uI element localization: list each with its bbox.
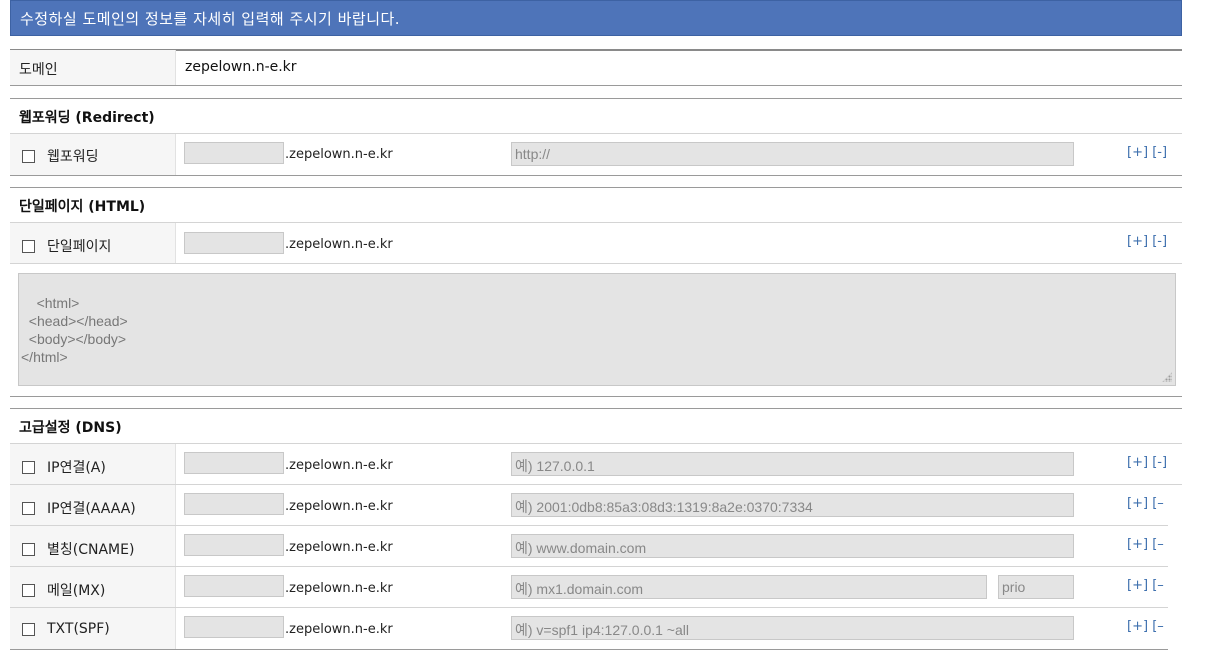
dns-aaaa-label: IP연결(AAAA): [47, 501, 136, 517]
single-page-checkbox[interactable]: [22, 239, 35, 253]
domain-label: 도메인: [19, 62, 58, 78]
add-row-button[interactable]: [+]: [1127, 619, 1148, 634]
section-title-redirect: 웹포워딩 (Redirect): [19, 110, 155, 126]
single-page-domain-suffix: .zepelown.n-e.kr: [285, 237, 393, 252]
redirect-label: 웹포워딩: [47, 149, 99, 165]
dns-mx-subdomain-input[interactable]: [184, 575, 284, 597]
dns-mx-priority-placeholder: prio: [1002, 579, 1026, 595]
dns-a-add-remove: [+] [-]: [1127, 455, 1167, 470]
section-title-single-page: 단일페이지 (HTML): [19, 199, 146, 215]
remove-row-button[interactable]: [–: [1152, 537, 1164, 552]
dns-cname-domain-suffix: .zepelown.n-e.kr: [285, 540, 393, 555]
row-divider: [10, 607, 1168, 608]
dns-cname-checkbox[interactable]: [22, 542, 35, 556]
dns-aaaa-value-input[interactable]: 예) 2001:0db8:85a3:08d3:1319:8a2e:0370:73…: [511, 493, 1074, 517]
single-page-subdomain-input[interactable]: [184, 232, 284, 254]
dns-txt-label: TXT(SPF): [47, 621, 110, 637]
divider: [10, 85, 1182, 86]
dns-mx-priority-input[interactable]: prio: [998, 575, 1074, 599]
redirect-subdomain-input[interactable]: [184, 142, 284, 164]
dns-mx-value-input[interactable]: 예) mx1.domain.com: [511, 575, 987, 599]
single-page-label: 단일페이지: [47, 239, 112, 255]
domain-edit-page: 수정하실 도메인의 정보를 자세히 입력해 주시기 바랍니다. 도메인 zepe…: [0, 0, 1217, 662]
redirect-checkbox-row: 웹포워딩: [22, 146, 99, 166]
dns-mx-domain-suffix: .zepelown.n-e.kr: [285, 581, 393, 596]
dns-txt-domain-suffix: .zepelown.n-e.kr: [285, 622, 393, 637]
dns-a-checkbox-row: IP연결(A): [22, 457, 106, 477]
add-row-button[interactable]: [+]: [1127, 145, 1148, 160]
dns-aaaa-placeholder: 예) 2001:0db8:85a3:08d3:1319:8a2e:0370:73…: [515, 499, 813, 515]
dns-aaaa-domain-suffix: .zepelown.n-e.kr: [285, 499, 393, 514]
dns-a-subdomain-input[interactable]: [184, 452, 284, 474]
row-divider: [10, 566, 1168, 567]
dns-aaaa-subdomain-input[interactable]: [184, 493, 284, 515]
dns-a-label: IP연결(A): [47, 460, 106, 476]
dns-txt-placeholder: 예) v=spf1 ip4:127.0.0.1 ~all: [515, 622, 689, 638]
divider: [10, 649, 1168, 650]
dns-aaaa-add-remove: [+] [–: [1127, 496, 1169, 511]
domain-value: zepelown.n-e.kr: [185, 59, 297, 75]
remove-row-button[interactable]: [-]: [1152, 234, 1167, 249]
row-divider: [10, 263, 1182, 264]
divider: [10, 98, 1182, 99]
add-row-button[interactable]: [+]: [1127, 234, 1148, 249]
add-row-button[interactable]: [+]: [1127, 455, 1148, 470]
dns-a-domain-suffix: .zepelown.n-e.kr: [285, 458, 393, 473]
row-divider: [10, 133, 1182, 134]
single-page-add-remove: [+] [-]: [1127, 234, 1167, 249]
resize-grip-icon[interactable]: [1162, 372, 1172, 382]
dns-mx-add-remove: [+] [–: [1127, 578, 1169, 593]
dns-cname-add-remove: [+] [–: [1127, 537, 1169, 552]
row-divider: [10, 443, 1182, 444]
dns-a-value-input[interactable]: 예) 127.0.0.1: [511, 452, 1074, 476]
remove-row-button[interactable]: [–: [1152, 496, 1164, 511]
dns-mx-checkbox[interactable]: [22, 583, 35, 597]
dns-cname-subdomain-input[interactable]: [184, 534, 284, 556]
dns-txt-subdomain-input[interactable]: [184, 616, 284, 638]
row-divider: [10, 484, 1182, 485]
redirect-checkbox[interactable]: [22, 149, 35, 163]
remove-row-button[interactable]: [-]: [1152, 455, 1167, 470]
dns-mx-placeholder: 예) mx1.domain.com: [515, 581, 644, 597]
banner-text: 수정하실 도메인의 정보를 자세히 입력해 주시기 바랍니다.: [20, 10, 401, 28]
add-row-button[interactable]: [+]: [1127, 496, 1148, 511]
remove-row-button[interactable]: [-]: [1152, 145, 1167, 160]
remove-row-button[interactable]: [–: [1152, 578, 1164, 593]
section-title-dns: 고급설정 (DNS): [19, 420, 122, 436]
add-row-button[interactable]: [+]: [1127, 578, 1148, 593]
single-page-checkbox-row: 단일페이지: [22, 236, 111, 256]
dns-cname-value-input[interactable]: 예) www.domain.com: [511, 534, 1074, 558]
dns-cname-label: 별칭(CNAME): [47, 542, 135, 558]
redirect-domain-suffix: .zepelown.n-e.kr: [285, 147, 393, 162]
html-content: <html> <head></head> <body></body> </htm…: [21, 295, 128, 365]
remove-row-button[interactable]: [–: [1152, 619, 1164, 634]
divider: [10, 408, 1182, 409]
instruction-banner: 수정하실 도메인의 정보를 자세히 입력해 주시기 바랍니다.: [10, 0, 1182, 36]
row-divider: [10, 222, 1182, 223]
redirect-add-remove: [+] [-]: [1127, 145, 1167, 160]
divider: [10, 396, 1182, 397]
dns-mx-label: 메일(MX): [47, 583, 106, 599]
add-row-button[interactable]: [+]: [1127, 537, 1148, 552]
dns-mx-checkbox-row: 메일(MX): [22, 580, 105, 600]
dns-cname-checkbox-row: 별칭(CNAME): [22, 539, 134, 559]
dns-a-placeholder: 예) 127.0.0.1: [515, 458, 595, 474]
dns-cname-placeholder: 예) www.domain.com: [515, 540, 647, 556]
dns-txt-value-input[interactable]: 예) v=spf1 ip4:127.0.0.1 ~all: [511, 616, 1074, 640]
dns-txt-checkbox[interactable]: [22, 622, 35, 636]
dns-a-checkbox[interactable]: [22, 460, 35, 474]
redirect-url-input[interactable]: http://: [511, 142, 1074, 166]
dns-aaaa-checkbox-row: IP연결(AAAA): [22, 498, 136, 518]
divider: [10, 175, 1182, 176]
dns-aaaa-checkbox[interactable]: [22, 501, 35, 515]
dns-txt-add-remove: [+] [–: [1127, 619, 1169, 634]
row-divider: [10, 525, 1168, 526]
divider: [10, 187, 1182, 188]
dns-txt-checkbox-row: TXT(SPF): [22, 621, 110, 637]
html-content-textarea[interactable]: <html> <head></head> <body></body> </htm…: [18, 273, 1176, 386]
redirect-url-placeholder: http://: [515, 146, 551, 162]
divider: [10, 49, 1182, 51]
